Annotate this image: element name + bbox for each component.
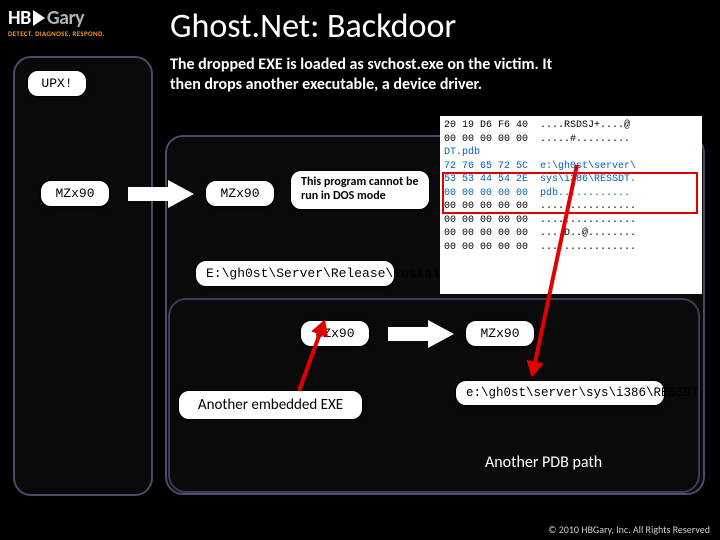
hex-dump: 20 19 D6 F6 40 ....RSDSJ+....@ 00 00 00 …: [440, 116, 702, 294]
brand-logo: HB Gary DETECT. DIAGNOSE. RESPOND.: [8, 8, 153, 48]
hex-line: 53 53 44 54 2E sys\i386\RESSDT.: [444, 174, 636, 185]
another-pdb-label: Another PDB path: [485, 453, 602, 472]
left-panel: [13, 56, 153, 496]
slide-subtitle: The dropped EXE is loaded as svchost.exe…: [170, 55, 560, 94]
hex-line: 00 00 00 00 00 ....D..@........: [444, 228, 636, 239]
hex-line: 00 00 00 00 00 ................: [444, 201, 636, 212]
hex-line: 00 00 00 00 00 ................: [444, 215, 636, 226]
mz-box-1: MZx90: [40, 180, 110, 207]
copyright-footer: © 2010 HBGary, Inc. All Rights Reserved: [548, 523, 710, 536]
embedded-exe-label: Another embedded EXE: [178, 390, 363, 420]
arrow-right-2-head: [428, 320, 454, 348]
upx-label: UPX!: [27, 70, 87, 97]
hex-line: DT.pdb: [444, 147, 480, 158]
arrow-right-2-body: [388, 327, 428, 341]
hex-line: 00 00 00 00 00 pdb............: [444, 188, 630, 199]
logo-text-b: Gary: [47, 6, 84, 30]
mz-box-4: MZx90: [465, 320, 535, 347]
hex-line: 00 00 00 00 00 .....#.........: [444, 134, 630, 145]
hex-line: 72 76 65 72 5C e:\gh0st\server\: [444, 161, 636, 172]
mz-box-3: MZx90: [300, 320, 370, 347]
logo-text-a: HB: [8, 6, 31, 30]
logo-tagline: DETECT. DIAGNOSE. RESPOND.: [8, 29, 153, 38]
play-icon: [33, 10, 45, 26]
hex-line: 00 00 00 00 00 ................: [444, 242, 636, 253]
hex-line: 20 19 D6 F6 40 ....RSDSJ+....@: [444, 120, 630, 131]
pdb-path-2: e:\gh0st\server\sys\i386\RESSDT.pdb: [455, 380, 665, 406]
pdb-path-1: E:\gh0st\Server\Release\install.pdb: [195, 260, 395, 287]
mz-box-2: MZx90: [205, 180, 275, 207]
slide-title: Ghost.Net: Backdoor: [170, 6, 456, 47]
arrow-right-1-head: [168, 180, 194, 208]
arrow-right-1-body: [128, 187, 168, 201]
dos-message-box: This program cannot be run in DOS mode: [290, 170, 430, 210]
